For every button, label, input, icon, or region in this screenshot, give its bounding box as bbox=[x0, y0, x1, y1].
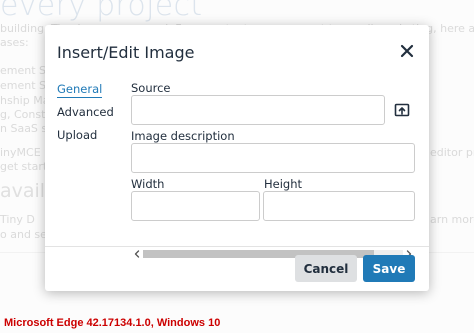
browse-upload-icon bbox=[394, 103, 410, 117]
insert-edit-image-dialog: Insert/Edit Image General Advanced Uploa… bbox=[45, 25, 429, 291]
tab-upload-label: Upload bbox=[57, 128, 98, 142]
dialog-header: Insert/Edit Image bbox=[45, 25, 429, 77]
tab-upload[interactable]: Upload bbox=[57, 127, 127, 150]
tab-advanced-label: Advanced bbox=[57, 105, 114, 119]
dialog-tab-nav: General Advanced Upload bbox=[57, 81, 127, 150]
dialog-footer: Cancel Save bbox=[45, 246, 429, 291]
cancel-button[interactable]: Cancel bbox=[295, 255, 357, 282]
source-label: Source bbox=[131, 81, 171, 95]
tab-general-label: General bbox=[57, 82, 103, 98]
image-description-input[interactable] bbox=[131, 143, 415, 173]
close-button[interactable] bbox=[399, 43, 415, 59]
height-input[interactable] bbox=[263, 191, 415, 221]
height-label: Height bbox=[264, 177, 303, 191]
browse-button[interactable] bbox=[389, 95, 415, 125]
source-input[interactable] bbox=[131, 95, 385, 125]
tab-advanced[interactable]: Advanced bbox=[57, 104, 127, 127]
browser-version-caption: Microsoft Edge 42.17134.1.0, Windows 10 bbox=[4, 317, 221, 329]
save-button[interactable]: Save bbox=[363, 255, 415, 282]
image-description-label: Image description bbox=[131, 129, 235, 143]
width-label: Width bbox=[131, 177, 165, 191]
close-icon bbox=[400, 44, 414, 58]
dialog-title: Insert/Edit Image bbox=[57, 43, 195, 62]
width-input[interactable] bbox=[131, 191, 260, 221]
tab-general[interactable]: General bbox=[57, 81, 127, 104]
